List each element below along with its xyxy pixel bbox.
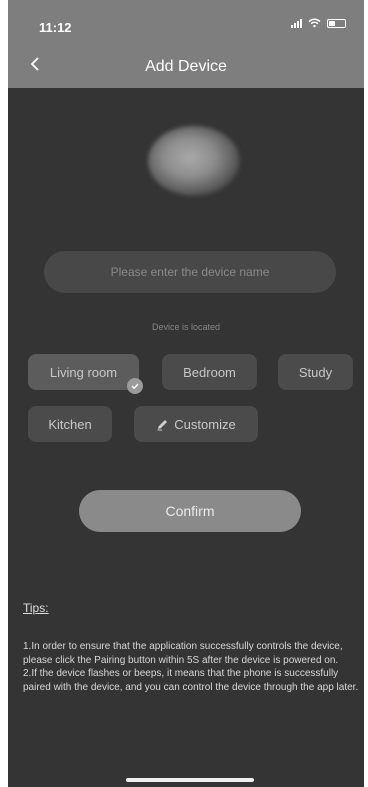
- chip-label: Bedroom: [183, 364, 236, 380]
- device-image: [148, 126, 240, 196]
- location-chip-bedroom[interactable]: Bedroom: [162, 354, 257, 390]
- status-icons: [291, 18, 346, 28]
- location-chip-kitchen[interactable]: Kitchen: [28, 406, 112, 442]
- confirm-button[interactable]: Confirm: [79, 490, 301, 532]
- tip-line: 2.If the device flashes or beeps, it mea…: [23, 668, 359, 693]
- location-chip-customize[interactable]: Customize: [134, 406, 258, 442]
- status-time: 11:12: [39, 20, 72, 35]
- home-indicator[interactable]: [126, 778, 254, 782]
- chip-label: Customize: [174, 416, 236, 432]
- tips-title: Tips:: [23, 601, 49, 615]
- header-bar: 11:12 Add Device: [8, 0, 364, 88]
- cellular-signal-icon: [291, 18, 302, 28]
- chip-label: Study: [298, 364, 333, 380]
- location-chip-study[interactable]: Study: [278, 354, 353, 390]
- chip-label: Kitchen: [48, 416, 92, 432]
- location-label: Device is located: [151, 322, 221, 332]
- location-chip-living-room[interactable]: Living room: [28, 354, 143, 394]
- pencil-icon: [156, 418, 169, 431]
- phone-screen: 11:12 Add Device Device is located Livin…: [8, 0, 364, 787]
- tip-line: 1.In order to ensure that the applicatio…: [23, 641, 343, 666]
- chip-label: Living room: [49, 364, 118, 380]
- page-title: Add Device: [145, 58, 227, 75]
- tips-text: 1.In order to ensure that the applicatio…: [23, 640, 364, 694]
- wifi-icon: [308, 18, 321, 28]
- device-name-input[interactable]: [44, 251, 336, 293]
- selected-check-icon: [127, 378, 143, 394]
- battery-icon: [327, 18, 346, 28]
